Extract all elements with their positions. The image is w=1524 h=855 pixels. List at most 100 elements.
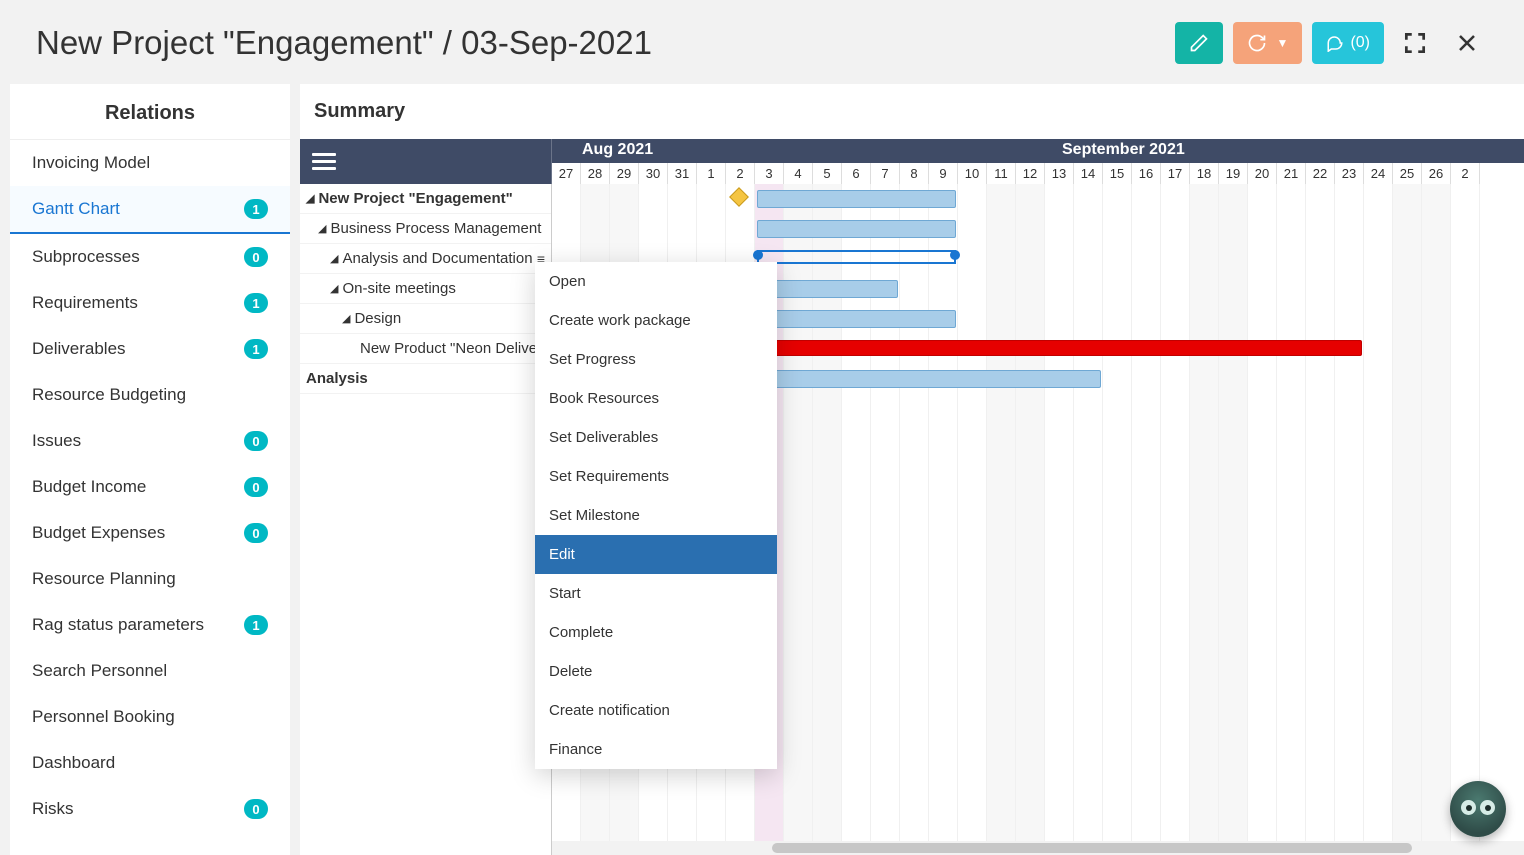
context-menu-item-book-resources[interactable]: Book Resources [535, 379, 777, 418]
day-header-cell: 9 [929, 163, 958, 184]
sidebar-item-deliverables[interactable]: Deliverables1 [10, 326, 290, 372]
sidebar-item-budget-expenses[interactable]: Budget Expenses0 [10, 510, 290, 556]
day-header-cell: 27 [552, 163, 581, 184]
gantt-task-row[interactable]: ◢Analysis and Documentation≡ [300, 244, 551, 274]
sidebar-item-risks[interactable]: Risks0 [10, 786, 290, 832]
sidebar-item-budget-income[interactable]: Budget Income0 [10, 464, 290, 510]
day-header-cell: 4 [784, 163, 813, 184]
day-header-cell: 1 [697, 163, 726, 184]
day-header-cell: 2 [726, 163, 755, 184]
sidebar-badge: 1 [244, 339, 268, 359]
sidebar-badge: 0 [244, 477, 268, 497]
sidebar-item-label: Issues [32, 431, 81, 451]
gantt-horizontal-scrollbar[interactable] [552, 841, 1524, 855]
gantt-task-label: Business Process Management [330, 220, 541, 237]
sidebar-item-issues[interactable]: Issues0 [10, 418, 290, 464]
day-header-cell: 23 [1335, 163, 1364, 184]
gantt-task-row[interactable]: ◢ Business Process Management [300, 214, 551, 244]
day-header-cell: 17 [1161, 163, 1190, 184]
sidebar: Relations Invoicing ModelGantt Chart1Sub… [10, 84, 290, 855]
gantt-menu-button[interactable] [312, 153, 336, 170]
gantt-bar[interactable] [757, 340, 1362, 356]
day-header-cell: 21 [1277, 163, 1306, 184]
expand-icon[interactable]: ◢ [330, 282, 338, 295]
sidebar-item-rag-status-parameters[interactable]: Rag status parameters1 [10, 602, 290, 648]
day-header-cell: 31 [668, 163, 697, 184]
sidebar-item-label: Personnel Booking [32, 707, 175, 727]
day-header-cell: 13 [1045, 163, 1074, 184]
edit-button[interactable] [1175, 22, 1223, 64]
day-header-cell: 18 [1190, 163, 1219, 184]
gantt-bar[interactable] [757, 190, 956, 208]
context-menu-item-complete[interactable]: Complete [535, 613, 777, 652]
fullscreen-icon [1402, 30, 1428, 56]
context-menu-item-set-milestone[interactable]: Set Milestone [535, 496, 777, 535]
day-header-cell: 5 [813, 163, 842, 184]
expand-icon[interactable]: ◢ [306, 192, 314, 205]
day-header-cell: 7 [871, 163, 900, 184]
main-title: Summary [300, 84, 1524, 139]
close-button[interactable] [1446, 22, 1488, 64]
expand-icon[interactable]: ◢ [342, 312, 350, 325]
day-header-cell: 24 [1364, 163, 1393, 184]
sidebar-item-search-personnel[interactable]: Search Personnel [10, 648, 290, 694]
expand-icon[interactable]: ◢ [330, 252, 338, 265]
day-header-cell: 19 [1219, 163, 1248, 184]
comments-count: (0) [1350, 34, 1370, 52]
gantt-day-header: 2728293031123456789101112131415161718192… [552, 163, 1524, 184]
context-menu-item-set-deliverables[interactable]: Set Deliverables [535, 418, 777, 457]
assistant-avatar[interactable] [1450, 781, 1506, 837]
gantt-task-row[interactable]: ◢New Project "Engagement" [300, 184, 551, 214]
sidebar-item-requirements[interactable]: Requirements 1 [10, 280, 290, 326]
gantt-task-row[interactable]: Analysis [300, 364, 551, 394]
gantt-bar[interactable] [757, 220, 956, 238]
sidebar-badge: 0 [244, 799, 268, 819]
gantt-task-label: New Product "Neon Delive... [360, 340, 550, 357]
sidebar-item-resource-planning[interactable]: Resource Planning [10, 556, 290, 602]
context-menu-item-finance[interactable]: Finance [535, 730, 777, 769]
sidebar-badge: 1 [244, 293, 268, 313]
context-menu-item-edit[interactable]: Edit [535, 535, 777, 574]
expand-icon[interactable]: ◢ [318, 222, 326, 235]
gantt-chart: Aug 2021September 2021 27282930311234567… [300, 139, 1524, 855]
day-header-cell: 28 [581, 163, 610, 184]
main-panel: Summary Aug 2021September 2021 272829303… [300, 84, 1524, 855]
gantt-bar[interactable] [757, 310, 956, 328]
sidebar-item-invoicing-model[interactable]: Invoicing Model [10, 140, 290, 186]
context-menu-item-create-work-package[interactable]: Create work package [535, 301, 777, 340]
day-header-cell: 11 [987, 163, 1016, 184]
gantt-task-row[interactable]: ◢Design [300, 304, 551, 334]
sidebar-item-label: Requirements [32, 293, 138, 313]
day-header-cell: 16 [1132, 163, 1161, 184]
sidebar-item-label: Search Personnel [32, 661, 167, 681]
gantt-bar[interactable] [757, 280, 898, 298]
sidebar-item-label: Dashboard [32, 753, 115, 773]
gantt-task-row[interactable]: ◢On-site meetings [300, 274, 551, 304]
comment-icon [1326, 34, 1344, 52]
context-menu-item-set-requirements[interactable]: Set Requirements [535, 457, 777, 496]
workflow-button[interactable]: ▼ [1233, 22, 1303, 64]
sidebar-item-label: Rag status parameters [32, 615, 204, 635]
day-header-cell: 8 [900, 163, 929, 184]
sidebar-item-subprocesses[interactable]: Subprocesses0 [10, 234, 290, 280]
sidebar-item-dashboard[interactable]: Dashboard [10, 740, 290, 786]
sidebar-item-label: Invoicing Model [32, 153, 150, 173]
day-header-cell: 30 [639, 163, 668, 184]
day-header-cell: 20 [1248, 163, 1277, 184]
context-menu-item-create-notification[interactable]: Create notification [535, 691, 777, 730]
gantt-task-label: Analysis [306, 370, 368, 387]
sidebar-item-gantt-chart[interactable]: Gantt Chart1 [10, 186, 290, 234]
context-menu-item-start[interactable]: Start [535, 574, 777, 613]
gantt-task-row[interactable]: New Product "Neon Delive... [300, 334, 551, 364]
context-menu-item-set-progress[interactable]: Set Progress [535, 340, 777, 379]
context-menu-item-delete[interactable]: Delete [535, 652, 777, 691]
gantt-task-label: Analysis and Documentation [342, 250, 532, 267]
pencil-icon [1189, 33, 1209, 53]
sidebar-item-personnel-booking[interactable]: Personnel Booking [10, 694, 290, 740]
context-menu-item-open[interactable]: Open [535, 262, 777, 301]
sidebar-item-resource-budgeting[interactable]: Resource Budgeting [10, 372, 290, 418]
comments-button[interactable]: (0) [1312, 22, 1384, 64]
fullscreen-button[interactable] [1394, 22, 1436, 64]
gantt-bar[interactable] [757, 370, 1101, 388]
gantt-bar[interactable] [757, 250, 956, 264]
